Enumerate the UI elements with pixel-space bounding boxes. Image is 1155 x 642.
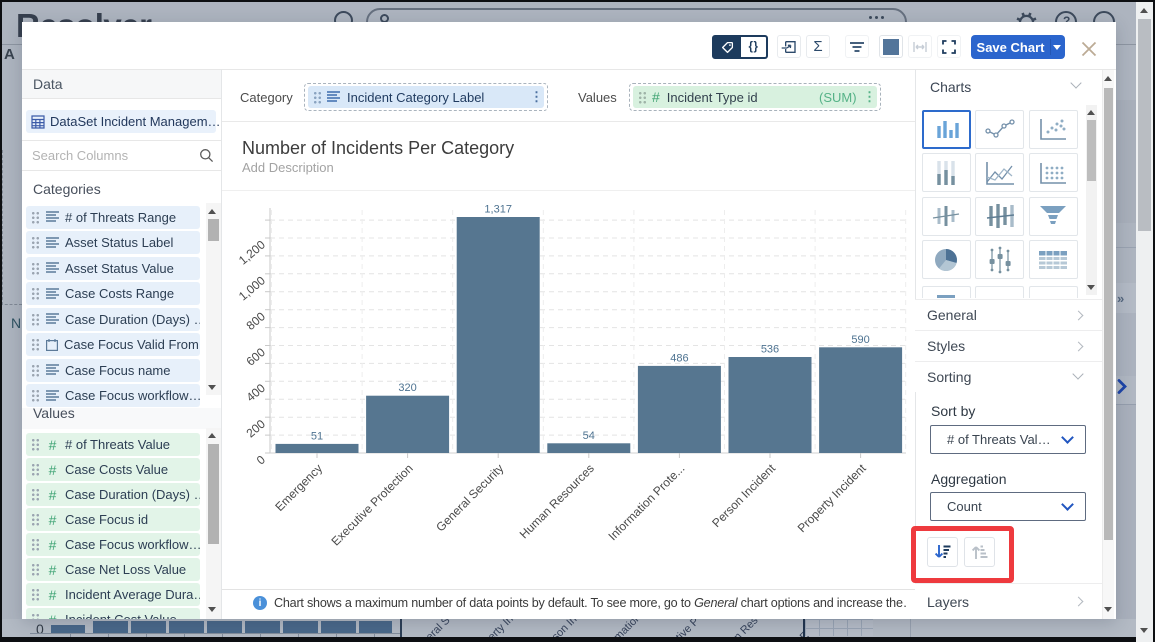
svg-text:General Security: General Security [433,461,506,534]
svg-text:1,200: 1,200 [236,237,268,267]
svg-text:600: 600 [244,345,269,369]
svg-text:320: 320 [398,382,416,394]
svg-text:0: 0 [254,452,268,467]
svg-text:486: 486 [670,352,688,364]
svg-text:536: 536 [761,344,779,356]
svg-text:400: 400 [244,381,269,405]
svg-text:1,000: 1,000 [236,273,268,303]
svg-text:590: 590 [851,334,869,346]
svg-text:Executive Protection: Executive Protection [328,461,415,548]
svg-text:51: 51 [311,430,323,442]
svg-text:54: 54 [583,430,595,442]
svg-text:Person Incident: Person Incident [709,461,778,530]
svg-text:Property Incident: Property Incident [795,461,870,536]
svg-text:Information Prote...: Information Prote... [605,461,687,543]
svg-text:1,317: 1,317 [484,204,512,216]
svg-text:Human Resources: Human Resources [517,461,597,541]
svg-text:200: 200 [244,417,269,441]
svg-text:800: 800 [244,309,269,333]
svg-text:Emergency: Emergency [272,461,325,514]
